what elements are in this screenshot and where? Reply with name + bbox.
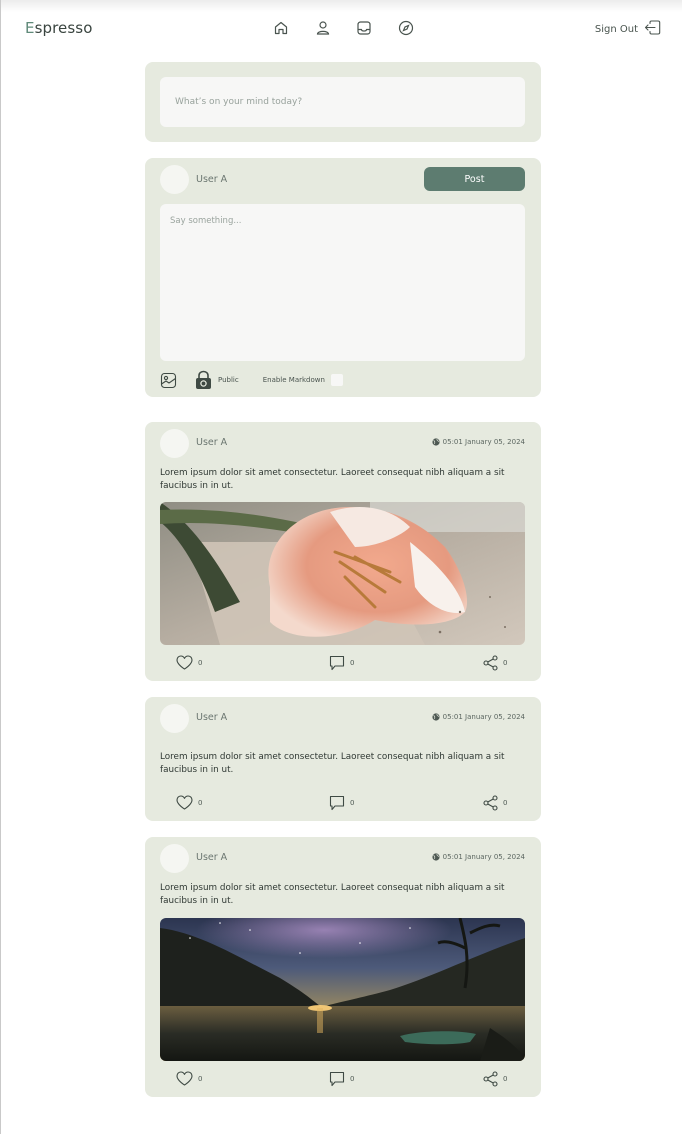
explore-compass-icon[interactable]	[396, 18, 416, 38]
home-icon[interactable]	[271, 18, 291, 38]
profile-icon[interactable]	[313, 18, 333, 38]
share-button[interactable]: 0	[483, 655, 507, 671]
heart-icon	[176, 795, 193, 810]
globe-icon	[432, 438, 440, 446]
globe-icon	[432, 853, 440, 861]
post-card: User A 05:01 January 05, 2024 Lorem ipsu…	[145, 837, 541, 1097]
tulip-photo[interactable]	[160, 502, 525, 645]
avatar	[160, 165, 189, 194]
heart-icon	[176, 655, 193, 670]
like-button[interactable]: 0	[176, 1071, 202, 1086]
comment-button[interactable]: 0	[329, 1071, 354, 1087]
add-image-icon[interactable]	[160, 372, 177, 389]
post-actions: 0 0 0	[145, 655, 541, 675]
post-actions: 0 0 0	[145, 1071, 541, 1091]
post-text: Lorem ipsum dolor sit amet consectetur. …	[160, 752, 505, 775]
lock-icon[interactable]	[195, 370, 212, 390]
post-text: Lorem ipsum dolor sit amet consectetur. …	[160, 883, 505, 906]
like-button[interactable]: 0	[176, 655, 202, 670]
like-button[interactable]: 0	[176, 795, 202, 810]
composer-user-name: User A	[196, 174, 228, 185]
post-user-name: User A	[196, 712, 228, 723]
post-card: User A 05:01 January 05, 2024 Lorem ipsu…	[145, 422, 541, 681]
comment-button[interactable]: 0	[329, 655, 354, 671]
whats-on-your-mind-input[interactable]: What’s on your mind today?	[160, 77, 525, 127]
compose-textarea[interactable]: Say something...	[160, 204, 525, 361]
post-card: User A 05:01 January 05, 2024 Lorem ipsu…	[145, 697, 541, 821]
avatar	[160, 704, 189, 733]
status-prompt-card: What’s on your mind today?	[145, 62, 541, 142]
heart-icon	[176, 1071, 193, 1086]
markdown-label: Enable Markdown	[262, 376, 325, 384]
post-actions: 0 0 0	[145, 795, 541, 815]
share-button[interactable]: 0	[483, 1071, 507, 1087]
post-button[interactable]: Post	[424, 167, 525, 191]
app-logo[interactable]: Espresso	[25, 19, 93, 37]
post-user-name: User A	[196, 437, 228, 448]
avatar	[160, 844, 189, 873]
share-icon	[483, 1071, 498, 1087]
composer-toolbar: Public Enable Markdown	[160, 370, 343, 390]
post-timestamp: 05:01 January 05, 2024	[432, 713, 525, 721]
markdown-checkbox[interactable]	[330, 374, 343, 386]
share-icon	[483, 795, 498, 811]
globe-icon	[432, 713, 440, 721]
comment-icon	[329, 1071, 345, 1087]
avatar	[160, 429, 189, 458]
top-navigation-bar: Espresso Sign Out	[1, 0, 682, 58]
inbox-icon[interactable]	[354, 18, 374, 38]
sign-out-icon	[644, 20, 661, 38]
post-timestamp: 05:01 January 05, 2024	[432, 438, 525, 446]
post-composer-card: User A Post Say something... Public Enab…	[145, 158, 541, 397]
comment-button[interactable]: 0	[329, 795, 354, 811]
comment-icon	[329, 655, 345, 671]
post-timestamp: 05:01 January 05, 2024	[432, 853, 525, 861]
share-icon	[483, 655, 498, 671]
share-button[interactable]: 0	[483, 795, 507, 811]
post-user-name: User A	[196, 852, 228, 863]
post-text: Lorem ipsum dolor sit amet consectetur. …	[160, 468, 505, 491]
comment-icon	[329, 795, 345, 811]
visibility-label[interactable]: Public	[218, 376, 239, 384]
night-lake-photo[interactable]	[160, 918, 525, 1061]
sign-out-button[interactable]: Sign Out	[595, 20, 661, 38]
